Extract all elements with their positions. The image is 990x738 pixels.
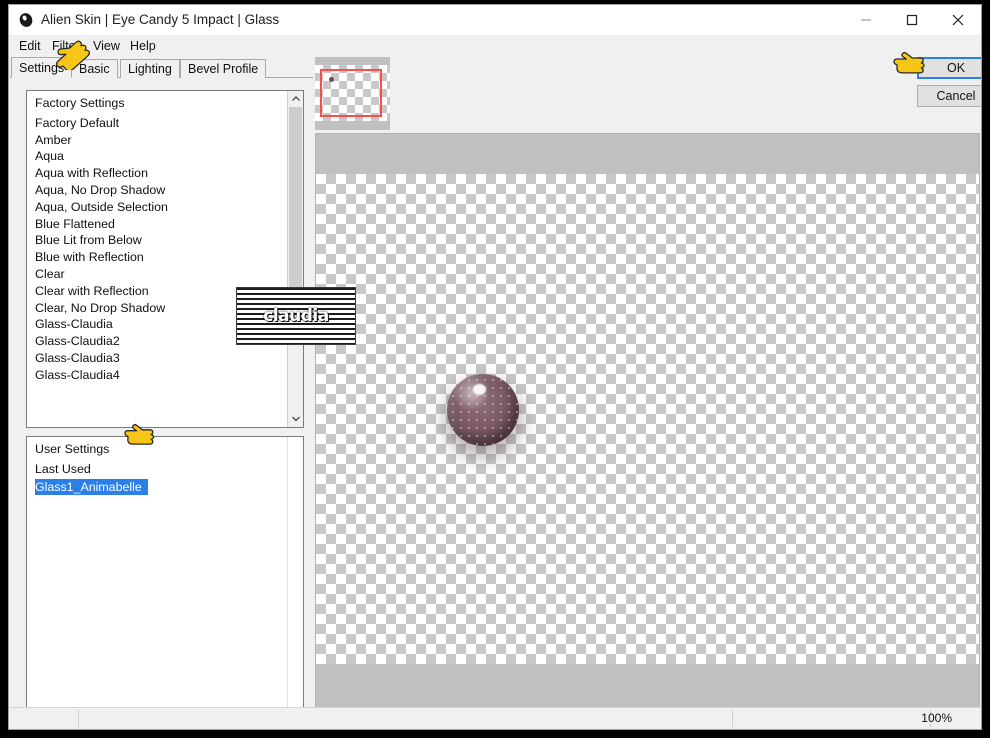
list-item[interactable]: Aqua, Outside Selection	[27, 199, 286, 216]
status-separator	[732, 710, 733, 727]
claudia-watermark: claudia	[236, 287, 356, 345]
factory-list-items: Factory Settings Factory Default Amber A…	[27, 91, 286, 427]
maximize-icon	[906, 14, 918, 25]
maximize-button[interactable]	[889, 5, 935, 34]
preview-checkerboard	[316, 174, 979, 664]
tab-lighting[interactable]: Lighting	[120, 59, 180, 78]
glass-sphere-preview	[447, 374, 519, 446]
close-button[interactable]	[935, 5, 981, 34]
tab-settings[interactable]: Settings	[11, 57, 73, 78]
factory-settings-list[interactable]: Factory Settings Factory Default Amber A…	[26, 90, 304, 428]
menu-bar: Edit Filter View Help	[9, 35, 981, 57]
list-item[interactable]: Glass-Claudia3	[27, 350, 286, 367]
scroll-up-arrow[interactable]	[288, 91, 303, 107]
user-list-header: User Settings	[35, 442, 110, 456]
menu-filter[interactable]: Filter	[46, 38, 86, 54]
list-item[interactable]: Aqua with Reflection	[27, 165, 286, 182]
close-icon	[952, 14, 964, 25]
factory-list-scrollbar[interactable]	[287, 91, 303, 427]
title-bar: Alien Skin | Eye Candy 5 Impact | Glass	[9, 5, 981, 35]
ok-button[interactable]: OK	[917, 57, 981, 79]
status-bar: 100%	[10, 707, 981, 728]
menu-view[interactable]: View	[87, 38, 126, 54]
preview-canvas[interactable]	[315, 133, 980, 708]
list-item[interactable]: Blue with Reflection	[27, 249, 286, 266]
list-item[interactable]: Last Used	[27, 461, 287, 478]
alien-skin-icon	[18, 12, 34, 28]
menu-help[interactable]: Help	[124, 38, 162, 54]
user-settings-list[interactable]: User Settings Last Used Glass1_Animabell…	[26, 436, 304, 726]
list-item[interactable]: Factory Default	[27, 115, 286, 132]
factory-list-header: Factory Settings	[35, 96, 125, 110]
navigator-thumbnail[interactable]	[315, 57, 390, 130]
user-list-items: User Settings Last Used Glass1_Animabell…	[27, 437, 287, 725]
status-separator	[78, 710, 79, 727]
list-item[interactable]: Glass-Claudia4	[27, 367, 286, 384]
cancel-button[interactable]: Cancel	[917, 85, 981, 107]
minimize-button[interactable]	[843, 5, 889, 34]
navigator-viewport-rect[interactable]	[320, 69, 382, 117]
user-list-scrollbar[interactable]	[287, 437, 303, 725]
list-item[interactable]: Amber	[27, 132, 286, 149]
menu-edit[interactable]: Edit	[13, 38, 47, 54]
list-item-selected[interactable]: Glass1_Animabelle	[35, 478, 148, 496]
tab-strip: Settings Basic Lighting Bevel Profile	[10, 57, 313, 78]
glass-highlight	[472, 384, 486, 396]
list-item[interactable]: Blue Lit from Below	[27, 232, 286, 249]
preview-panel: Preview Background: None OK Cancel	[313, 57, 981, 712]
list-item[interactable]: Blue Flattened	[27, 216, 286, 233]
zoom-level-indicator: 100%	[921, 711, 952, 725]
list-item[interactable]: Aqua	[27, 148, 286, 165]
scroll-down-arrow[interactable]	[288, 411, 303, 427]
watermark-text: claudia	[263, 306, 329, 326]
window-title: Alien Skin | Eye Candy 5 Impact | Glass	[41, 12, 280, 27]
tab-bevel-profile[interactable]: Bevel Profile	[180, 59, 267, 78]
screenshot-root: Alien Skin | Eye Candy 5 Impact | Glass	[0, 0, 990, 738]
list-item[interactable]: Aqua, No Drop Shadow	[27, 182, 286, 199]
app-window: Alien Skin | Eye Candy 5 Impact | Glass	[8, 4, 982, 730]
settings-panel: Settings Basic Lighting Bevel Profile Fa…	[10, 57, 313, 726]
tab-basic[interactable]: Basic	[71, 59, 118, 78]
minimize-icon	[861, 19, 871, 20]
list-item[interactable]: Clear	[27, 266, 286, 283]
